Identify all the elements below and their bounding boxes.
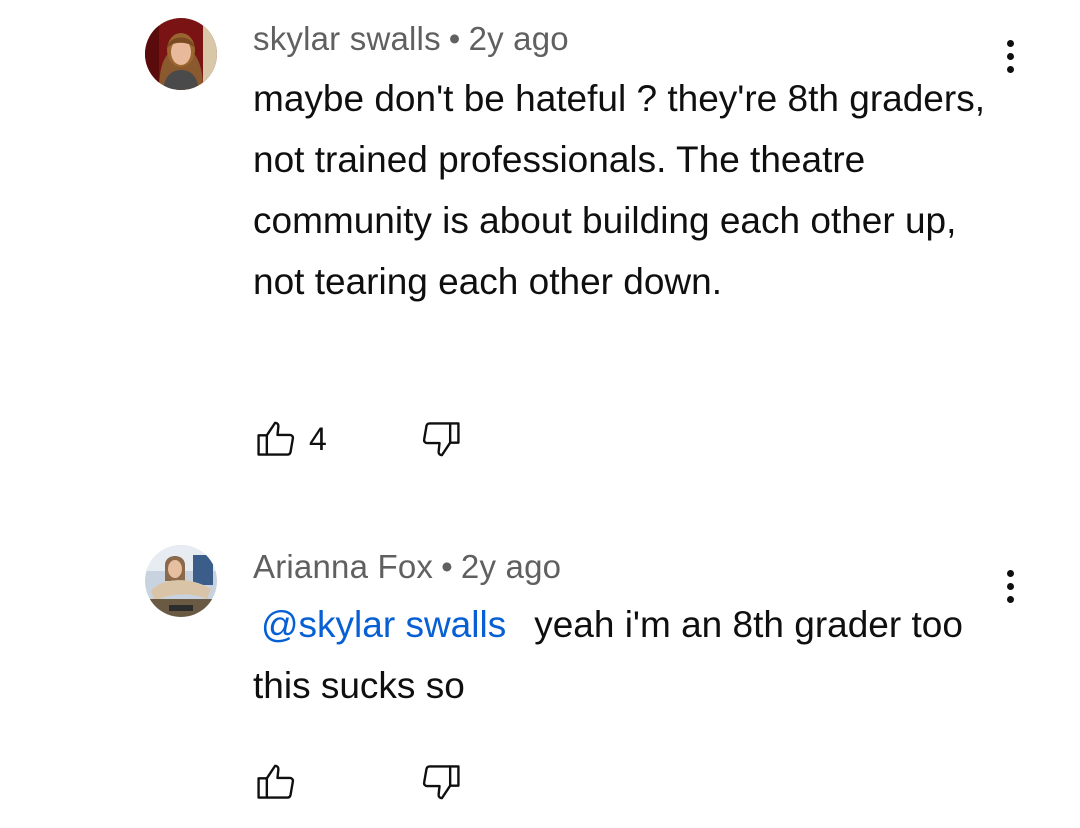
- like-group: 4: [253, 416, 418, 462]
- comment-actions: [253, 758, 464, 806]
- more-options-button[interactable]: [990, 30, 1030, 82]
- vertical-ellipsis-icon: [1006, 569, 1014, 577]
- vertical-ellipsis-icon: [1006, 39, 1014, 47]
- like-button[interactable]: [253, 416, 299, 462]
- separator-dot: •: [441, 548, 453, 585]
- comment-item: Arianna Fox • 2y ago @skylar swalls yeah i'…: [0, 530, 1080, 828]
- dislike-button[interactable]: [418, 759, 464, 805]
- more-options-button[interactable]: [990, 560, 1030, 612]
- comment-text: @skylar swalls yeah i'm an 8th grader too…: [253, 594, 993, 716]
- thumb-up-outline-icon: [257, 764, 295, 799]
- separator-dot: •: [448, 20, 461, 57]
- comment-time: 2y ago: [468, 20, 569, 57]
- thumb-down-outline-icon: [422, 765, 460, 800]
- like-count: 4: [309, 420, 327, 457]
- like-button[interactable]: [253, 759, 299, 805]
- comment-meta: skylar swalls • 2y ago: [253, 20, 569, 58]
- author-name[interactable]: skylar swalls: [253, 20, 441, 57]
- comment-meta: Arianna Fox • 2y ago: [253, 548, 561, 586]
- thumb-up-outline-icon: [257, 421, 295, 456]
- like-group: [253, 759, 418, 805]
- thumb-down-outline-icon: [422, 422, 460, 457]
- comment-item: skylar swalls • 2y ago maybe don't be hate…: [0, 0, 1080, 500]
- author-avatar[interactable]: [145, 545, 217, 617]
- author-name[interactable]: Arianna Fox: [253, 548, 433, 585]
- comment-text: maybe don't be hateful ? they're 8th gra…: [253, 78, 985, 302]
- comment-time: 2y ago: [460, 548, 562, 585]
- dislike-button[interactable]: [418, 416, 464, 462]
- comment-actions: 4: [253, 415, 464, 463]
- mention-link[interactable]: @skylar swalls: [261, 604, 506, 645]
- author-avatar[interactable]: [145, 18, 217, 90]
